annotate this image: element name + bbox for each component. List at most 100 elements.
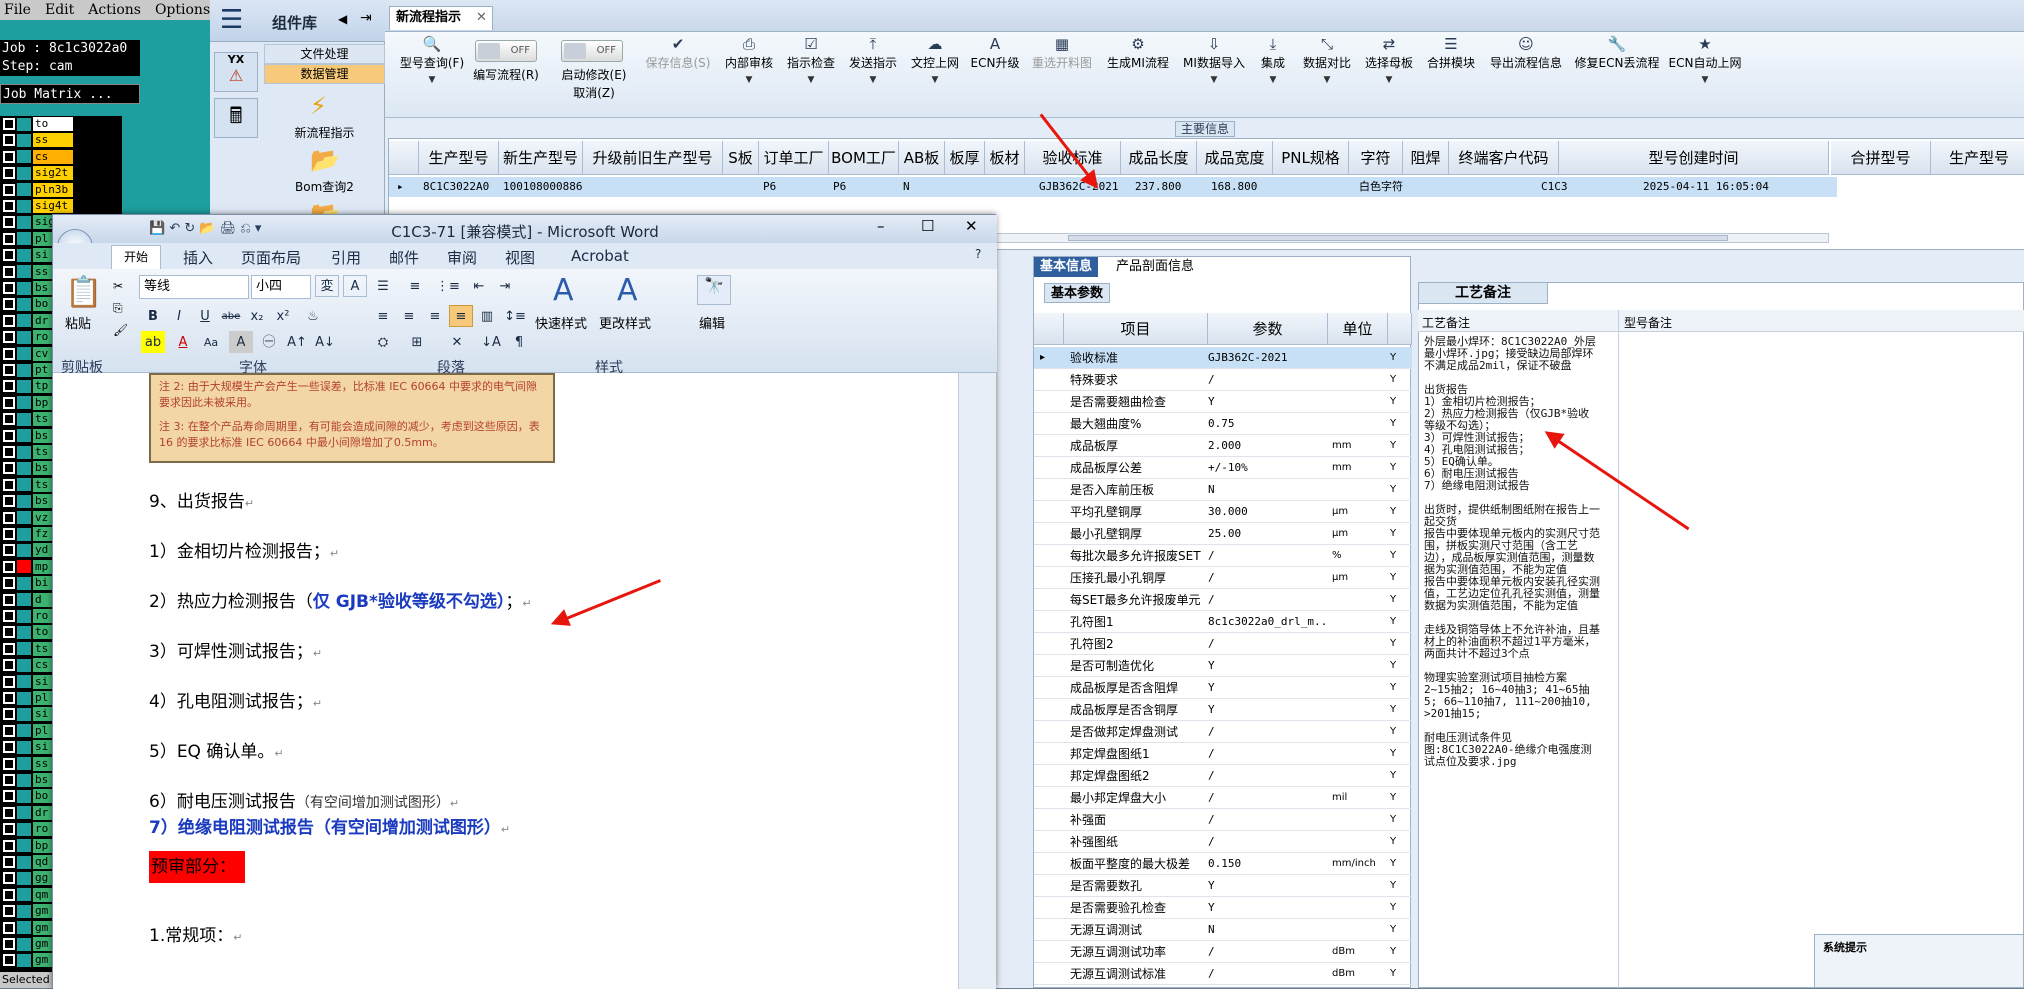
col-header[interactable]: 终端客户代码 xyxy=(1449,141,1559,175)
ribbon-tab-home[interactable]: 开始 xyxy=(111,245,161,269)
layer-checkbox[interactable] xyxy=(3,364,15,376)
chevron-down-icon[interactable]: ▼ xyxy=(1251,75,1295,85)
layer-checkbox[interactable] xyxy=(3,938,15,950)
param-value[interactable]: Y xyxy=(1208,655,1328,677)
show-marks-icon[interactable]: ¶ xyxy=(507,331,531,353)
select-motherboard-button[interactable]: ⇄ 选择母板 ▼ xyxy=(1359,34,1419,114)
tab-process-notes[interactable]: 工艺备注 xyxy=(1418,282,1548,304)
layer-checkbox[interactable] xyxy=(3,446,15,458)
params-row[interactable]: 平均孔壁铜厚 30.000 μm Y xyxy=(1034,501,1412,523)
quick-access-toolbar[interactable]: 💾 ↶ ↻ 📂 🖨 ⎌ ▾ xyxy=(149,221,261,236)
justify-icon[interactable]: ≡ xyxy=(449,305,473,327)
layer-checkbox[interactable] xyxy=(3,380,15,393)
layer-checkbox[interactable] xyxy=(3,921,15,934)
document-body[interactable]: 注 2: 由于大规模生产会产生一些误差，比标准 IEC 60664 中要求的电气… xyxy=(53,373,958,989)
layer-checkbox[interactable] xyxy=(3,774,15,786)
cell[interactable]: 237.800 xyxy=(1131,177,1197,197)
col-header[interactable]: 板厚 xyxy=(945,141,985,175)
param-value[interactable]: 30.000 xyxy=(1208,501,1328,523)
distribute-icon[interactable]: ▥ xyxy=(475,305,499,327)
layer-checkbox[interactable] xyxy=(3,282,15,294)
increase-indent-icon[interactable]: ⇥ xyxy=(493,275,517,297)
layer-checkbox[interactable] xyxy=(3,216,15,229)
align-center-icon[interactable]: ≡ xyxy=(397,305,421,327)
cell[interactable]: N xyxy=(899,177,945,197)
param-value[interactable]: Y xyxy=(1208,391,1328,413)
col-header[interactable]: S板 xyxy=(723,141,759,175)
layer-checkbox[interactable] xyxy=(3,790,15,803)
params-row[interactable]: 邦定焊盘图纸1 / Y xyxy=(1034,743,1412,765)
layer-name[interactable]: to xyxy=(33,117,73,131)
cell[interactable]: P6 xyxy=(759,177,829,197)
params-row[interactable]: 无源互调测试功率 / dBm Y xyxy=(1034,941,1412,963)
folder-icon[interactable]: 📂 xyxy=(310,146,340,174)
layer-checkbox[interactable] xyxy=(3,331,15,344)
layer-checkbox[interactable] xyxy=(3,577,15,590)
font-color-icon[interactable]: A xyxy=(171,331,195,353)
cam-layer-row[interactable]: sig2t xyxy=(0,165,122,181)
pin-icon[interactable]: ⇥ xyxy=(360,10,372,26)
params-row[interactable]: 最大翘曲度% 0.75 Y xyxy=(1034,413,1412,435)
doc-online-button[interactable]: ☁ 文控上网 ▼ xyxy=(905,34,965,114)
char-border-icon[interactable]: A xyxy=(343,275,367,297)
integrate-button[interactable]: ⤓ 集成 ▼ xyxy=(1251,34,1295,114)
param-value[interactable]: GJB362C-2021 xyxy=(1208,347,1328,369)
col-header[interactable]: 成品宽度 xyxy=(1197,141,1273,175)
params-row[interactable]: 每SET最多允许报废单元 / Y xyxy=(1034,589,1412,611)
params-row[interactable]: 压接孔最小孔铜厚 / μm Y xyxy=(1034,567,1412,589)
layer-checkbox[interactable] xyxy=(3,314,15,327)
params-row[interactable]: 邦定焊盘图纸2 / Y xyxy=(1034,765,1412,787)
params-row[interactable]: 最小孔壁铜厚 25.00 μm Y xyxy=(1034,523,1412,545)
tab-new-process[interactable]: 新流程指示 ✕ xyxy=(389,6,493,30)
col-header[interactable]: 型号创建时间 xyxy=(1559,141,1829,175)
instruction-check-button[interactable]: ☑ 指示检查 ▼ xyxy=(781,34,841,114)
internal-review-button[interactable]: ⎙ 内部审核 ▼ xyxy=(719,34,779,114)
cell[interactable]: 168.800 xyxy=(1207,177,1273,197)
cell[interactable]: 10010800088677 xyxy=(499,177,583,197)
param-value[interactable]: 25.00 xyxy=(1208,523,1328,545)
params-row[interactable]: 成品板厚 2.000 mm Y xyxy=(1034,435,1412,457)
edit-button[interactable]: 编辑 xyxy=(699,313,725,332)
reselect-cut-button[interactable]: ▦ 重选开料图 xyxy=(1025,34,1099,114)
params-row[interactable]: 孔符图2 / Y xyxy=(1034,633,1412,655)
chevron-down-icon[interactable]: ▼ xyxy=(1665,75,1745,85)
doc-line[interactable]: 1.常规项：↵ xyxy=(149,921,242,946)
cam-menu-file[interactable]: File xyxy=(4,2,31,18)
chevron-down-icon[interactable]: ▼ xyxy=(1359,75,1419,85)
doc-line[interactable]: 5）EQ 确认单。↵ xyxy=(149,737,284,762)
ribbon-tab-references[interactable]: 引用 xyxy=(331,247,361,268)
word-vertical-scrollbar[interactable] xyxy=(958,373,996,989)
data-compare-button[interactable]: ⤡ 数据对比 ▼ xyxy=(1297,34,1357,114)
params-row[interactable]: 是否可制造优化 Y Y xyxy=(1034,655,1412,677)
layer-name[interactable]: pln3b xyxy=(33,182,73,197)
layer-name[interactable]: sig2t xyxy=(33,166,73,181)
cam-layer-row[interactable]: sig4t xyxy=(0,198,122,214)
cam-menu-edit[interactable]: Edit xyxy=(45,2,74,18)
col-header[interactable]: 字符 xyxy=(1349,141,1403,175)
font-name-combo[interactable]: 等线 xyxy=(139,275,249,299)
lightning-icon[interactable]: ⚡ xyxy=(310,92,327,120)
cam-layer-row[interactable]: cs xyxy=(0,149,122,165)
layer-checkbox[interactable] xyxy=(3,872,15,885)
superscript-icon[interactable]: x² xyxy=(271,305,295,327)
params-row[interactable]: 验收标准 GJB362C-2021 Y ▸ xyxy=(1034,347,1412,369)
numbering-icon[interactable]: ≡ xyxy=(403,275,427,297)
layer-checkbox[interactable] xyxy=(3,478,15,491)
write-process-toggle[interactable]: OFF xyxy=(475,40,537,62)
layer-checkbox[interactable] xyxy=(3,298,15,311)
borders-icon[interactable]: ⊞ xyxy=(405,331,429,353)
layer-checkbox[interactable] xyxy=(3,118,15,130)
layer-checkbox[interactable] xyxy=(3,462,15,475)
layer-checkbox[interactable] xyxy=(3,495,15,508)
subscript-icon[interactable]: x₂ xyxy=(245,305,269,327)
ribbon-tab-insert[interactable]: 插入 xyxy=(183,247,213,268)
col-header[interactable]: 生产型号 xyxy=(419,141,499,175)
col-header[interactable]: 升级前旧生产型号 xyxy=(583,141,723,175)
minimize-icon[interactable]: – xyxy=(877,217,885,235)
param-value[interactable]: / xyxy=(1208,765,1328,787)
param-value[interactable]: 0.150 xyxy=(1208,853,1328,875)
new-process-item[interactable]: 新流程指示 xyxy=(264,124,385,141)
layer-checkbox[interactable] xyxy=(3,856,15,868)
chevron-down-icon[interactable]: ▼ xyxy=(781,75,841,85)
params-row[interactable]: 是否做邦定焊盘测试 / Y xyxy=(1034,721,1412,743)
